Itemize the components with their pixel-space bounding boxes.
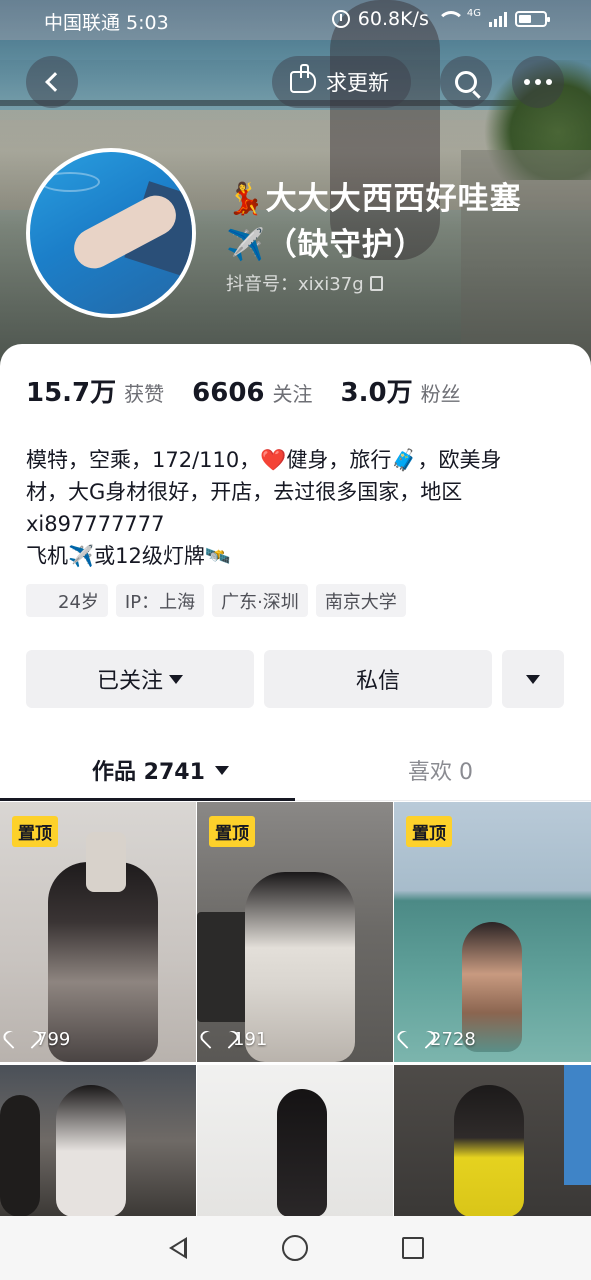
battery-icon [515, 11, 550, 27]
search-button[interactable] [440, 56, 492, 108]
bio: 模特，空乘，172/110，❤️健身，旅行🧳，欧美身 材，大G身材很好，开店，去… [26, 444, 556, 572]
network-type: 4G [466, 8, 481, 19]
carrier-time: 中国联通 5:03 [44, 12, 169, 34]
video-tile[interactable]: 置顶 191 [197, 802, 393, 1062]
request-update-label: 求更新 [326, 71, 389, 95]
video-tile[interactable] [0, 1065, 196, 1217]
video-tile[interactable]: 置顶 2728 [394, 802, 591, 1062]
heart-icon [406, 1032, 424, 1048]
tab-works-label: 作品 2741 [92, 760, 205, 785]
likes-label: 获赞 [124, 382, 165, 406]
nav-recent-icon[interactable] [402, 1237, 425, 1259]
hand-point-icon [290, 64, 316, 93]
tab-works[interactable]: 作品 2741 [92, 754, 229, 786]
profile-name-line1: 💃大大大西西好哇塞 [226, 181, 522, 217]
tile-likes: 799 [12, 1029, 70, 1050]
wifi-icon [436, 11, 465, 27]
followers-label: 粉丝 [420, 382, 461, 406]
action-buttons: 已关注 私信 [26, 650, 564, 708]
tag-ip: IP：上海 [115, 584, 205, 617]
avatar[interactable] [26, 148, 196, 318]
stat-following[interactable]: 6606 关注 [192, 378, 312, 408]
status-bar: 中国联通 5:03 60.8K/s 4G [0, 0, 591, 40]
stat-likes[interactable]: 15.7万 获赞 [26, 372, 164, 409]
triangle-down-icon [214, 765, 229, 775]
followed-button[interactable]: 已关注 [26, 650, 254, 708]
account-id[interactable]: 抖音号：xixi37g [226, 270, 383, 296]
more-button[interactable] [512, 56, 564, 108]
message-button[interactable]: 私信 [264, 650, 492, 708]
heart-icon [12, 1032, 30, 1048]
message-label: 私信 [355, 669, 400, 694]
back-button[interactable] [26, 56, 78, 108]
tab-likes[interactable]: 喜欢 0 [408, 754, 473, 786]
request-update-button[interactable]: 求更新 [272, 56, 411, 108]
video-grid: 置顶 799 置顶 191 置顶 2728 [0, 802, 591, 1217]
likes-count: 15.7万 [26, 378, 117, 408]
bio-line: 材，大G身材很好，开店，去过很多国家，地区 [26, 480, 463, 504]
nav-home-icon[interactable] [282, 1235, 309, 1261]
pinned-badge: 置顶 [406, 816, 452, 847]
bio-line: xi897777777 [26, 512, 165, 536]
account-id-text: 抖音号：xixi37g [226, 274, 364, 295]
more-actions-button[interactable] [502, 650, 564, 708]
profile-name-line2: ✈️（缺守护） [226, 227, 426, 263]
pinned-badge: 置顶 [209, 816, 255, 847]
more-dots-icon [524, 79, 552, 85]
system-nav-bar [0, 1216, 591, 1280]
copy-icon[interactable] [369, 275, 383, 291]
following-count: 6606 [192, 378, 265, 408]
alarm-icon [331, 10, 350, 28]
tag-age: 24岁 [26, 584, 108, 617]
active-tab-indicator [0, 798, 295, 801]
tab-likes-label: 喜欢 0 [408, 760, 473, 785]
triangle-down-icon [169, 674, 183, 684]
bio-line: 飞机✈️或12级灯牌🛰️ [26, 544, 232, 568]
nav-back-icon[interactable] [167, 1236, 189, 1260]
video-tile[interactable] [197, 1065, 393, 1217]
signal-icon [489, 11, 507, 27]
stats-row: 15.7万 获赞 6606 关注 3.0万 粉丝 [26, 372, 489, 409]
content-tabs: 作品 2741 喜欢 0 [0, 740, 591, 801]
profile-tags: 24岁 IP：上海 广东·深圳 南京大学 [26, 584, 406, 617]
triangle-down-icon [526, 674, 540, 684]
stat-followers[interactable]: 3.0万 粉丝 [341, 372, 461, 409]
following-label: 关注 [272, 382, 313, 406]
followed-label: 已关注 [96, 669, 163, 694]
video-tile[interactable] [394, 1065, 591, 1217]
network-speed: 60.8K/s [357, 8, 429, 30]
tile-likes: 191 [209, 1029, 267, 1050]
chevron-left-icon [45, 72, 65, 92]
bio-line: 模特，空乘，172/110，❤️健身，旅行🧳，欧美身 [26, 448, 502, 472]
followers-count: 3.0万 [340, 378, 413, 408]
tag-school[interactable]: 南京大学 [315, 584, 406, 617]
tile-likes-count: 2728 [430, 1029, 476, 1050]
heart-icon [209, 1032, 227, 1048]
tile-likes: 2728 [406, 1029, 476, 1050]
profile-name: 💃大大大西西好哇塞 ✈️（缺守护） [226, 176, 576, 268]
tag-location: 广东·深圳 [212, 584, 308, 617]
pinned-badge: 置顶 [12, 816, 58, 847]
video-tile[interactable]: 置顶 799 [0, 802, 196, 1062]
search-icon [455, 71, 477, 93]
